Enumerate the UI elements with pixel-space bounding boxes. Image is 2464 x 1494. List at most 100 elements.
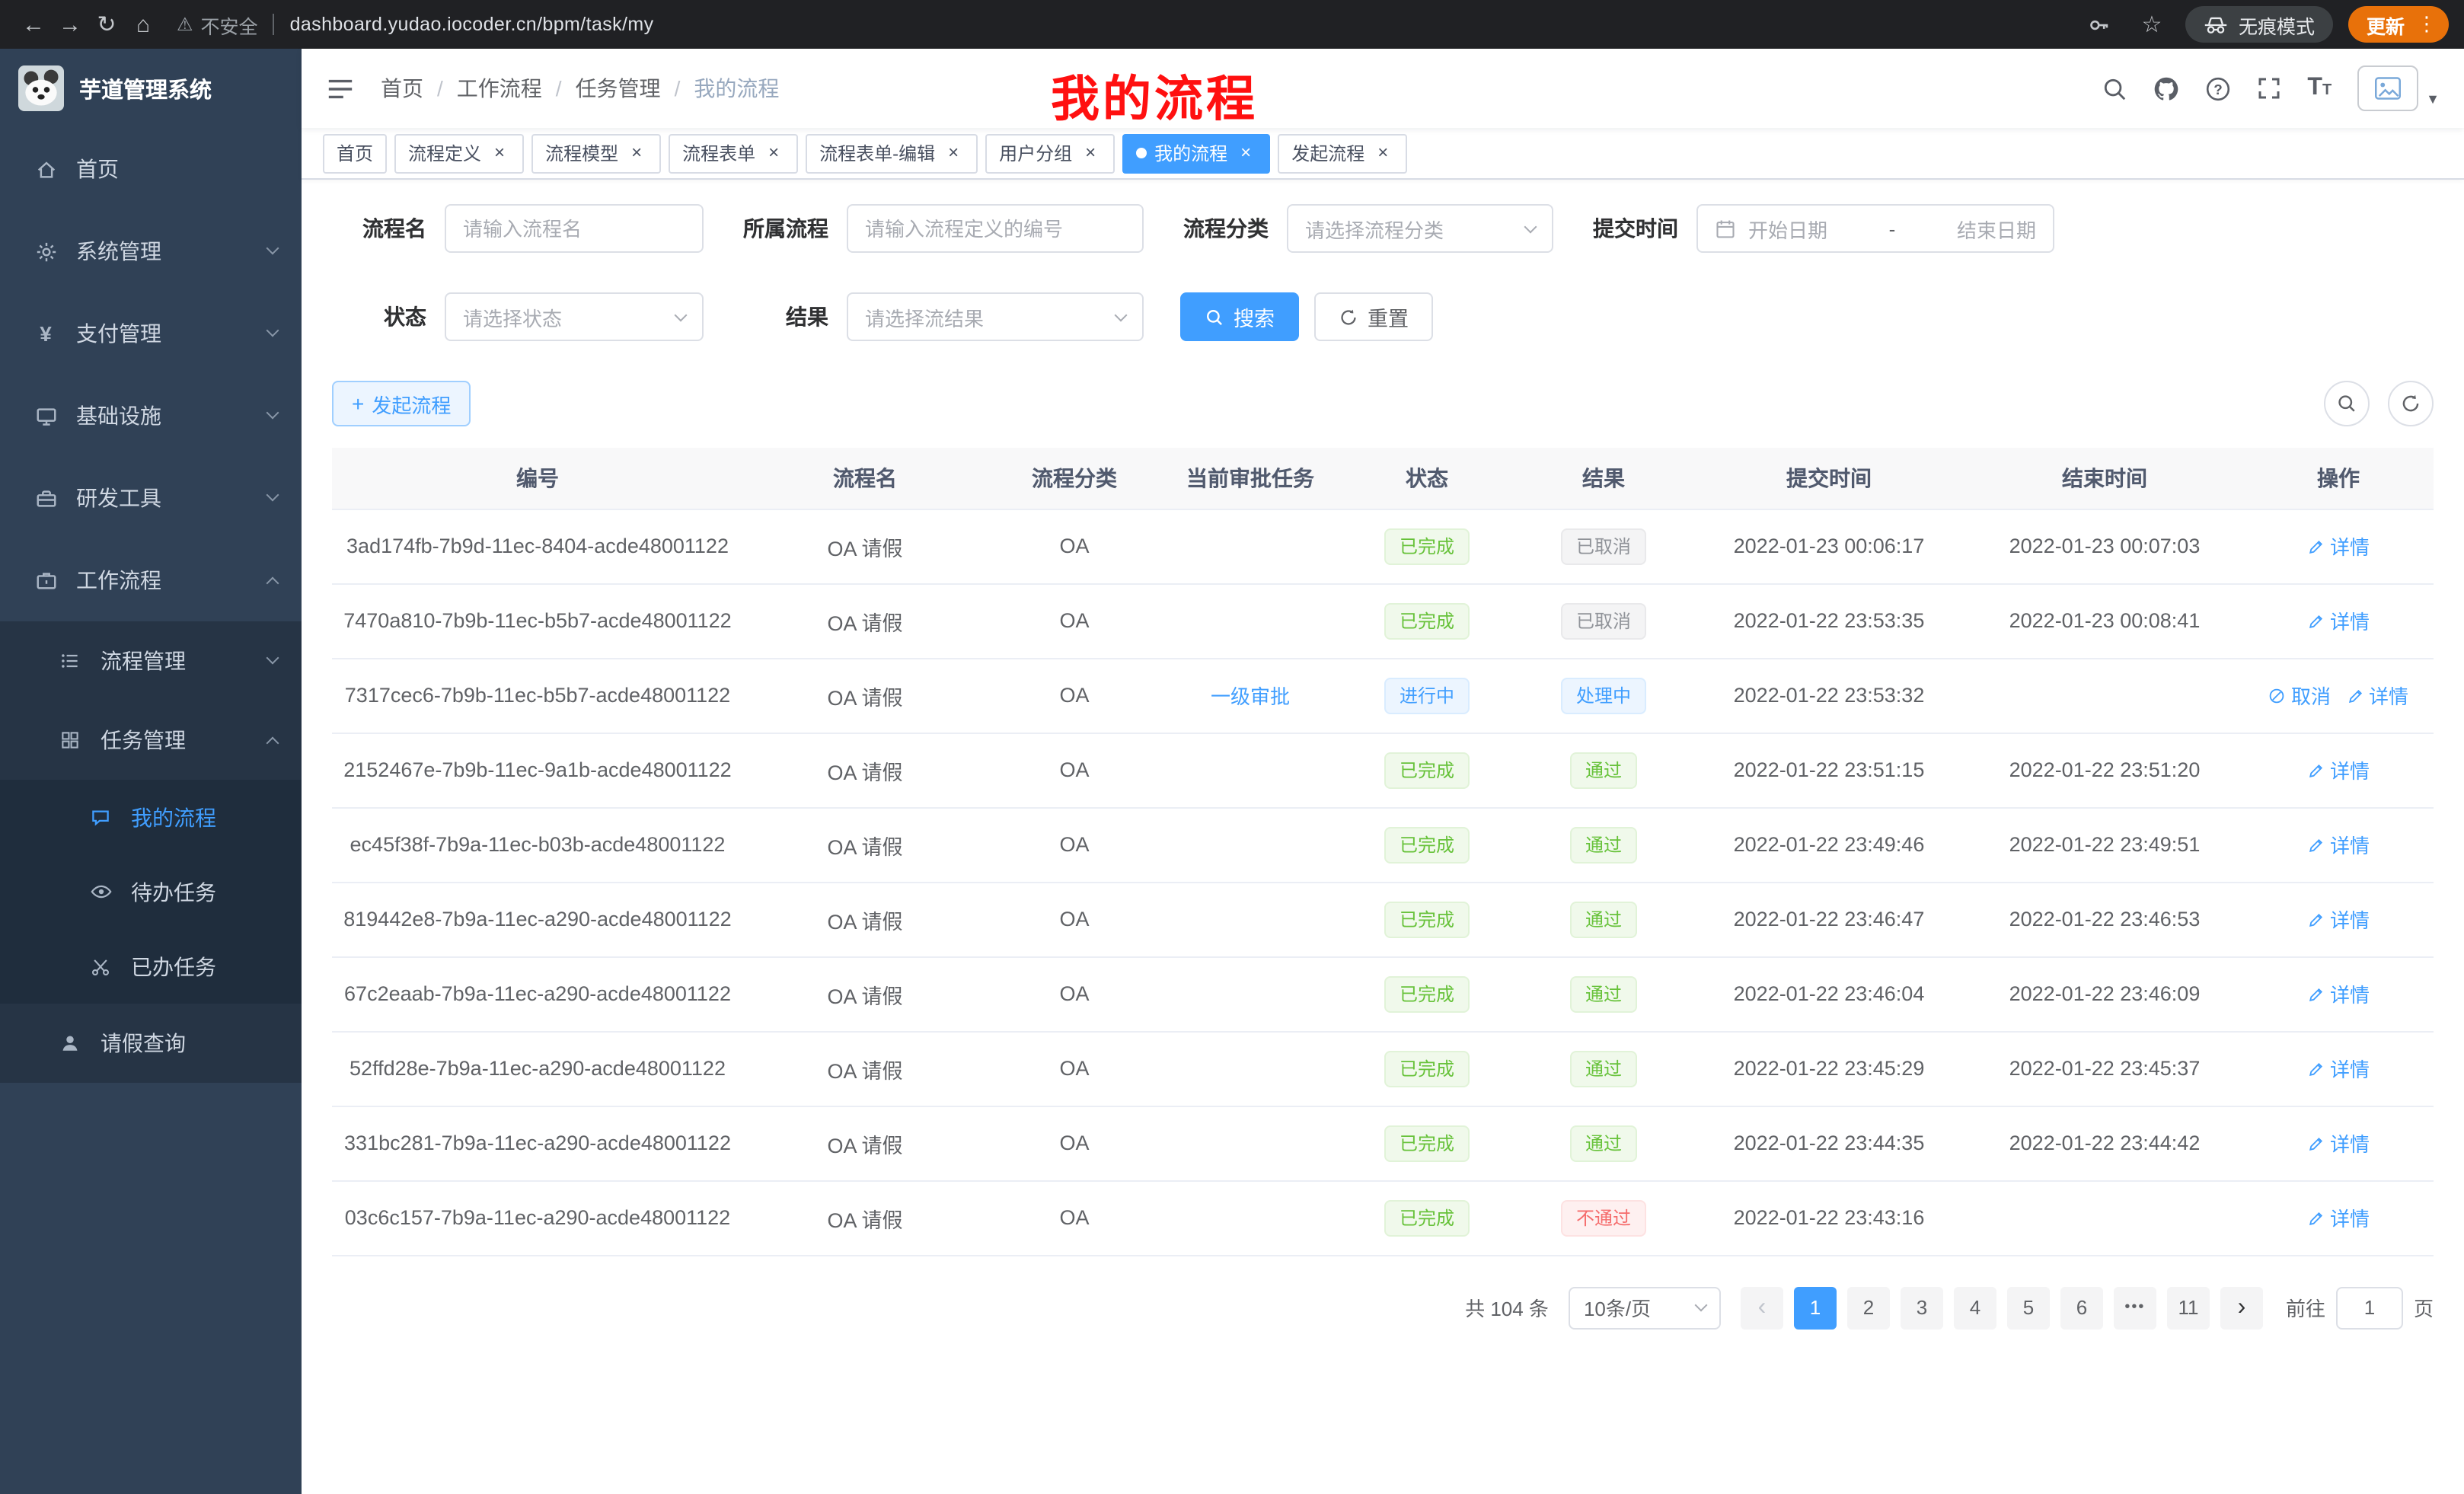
sidebar-item-system[interactable]: 系统管理 <box>0 210 302 292</box>
update-button[interactable]: 更新 ⋮ <box>2348 6 2449 43</box>
security-label[interactable]: 不安全 <box>201 10 258 39</box>
forward-icon[interactable]: → <box>52 6 88 43</box>
start-date-placeholder[interactable]: 开始日期 <box>1748 214 1827 243</box>
url-text[interactable]: dashboard.yudao.iocoder.cn/bpm/task/my <box>290 14 654 35</box>
goto-page-input[interactable] <box>2336 1286 2403 1329</box>
menu-dots-icon[interactable]: ⋮ <box>2412 12 2441 37</box>
result-select[interactable]: 请选择流结果 <box>847 292 1144 341</box>
action-cancel[interactable]: 取消 <box>2268 681 2331 710</box>
page-button-2[interactable]: 2 <box>1847 1286 1890 1329</box>
page-button-4[interactable]: 4 <box>1954 1286 1996 1329</box>
page-size-select[interactable]: 10条/页 <box>1569 1286 1721 1329</box>
breadcrumb-item[interactable]: 首页 <box>381 73 423 104</box>
action-detail[interactable]: 详情 <box>2307 979 2370 1008</box>
action-detail[interactable]: 详情 <box>2346 681 2408 710</box>
page-button-6[interactable]: 6 <box>2060 1286 2103 1329</box>
sidebar-item-home[interactable]: 首页 <box>0 128 302 210</box>
tab-user-group[interactable]: 用户分组× <box>985 133 1115 173</box>
create-process-button[interactable]: + 发起流程 <box>332 381 471 426</box>
reload-icon[interactable]: ↻ <box>88 6 125 43</box>
refresh-icon[interactable] <box>2388 381 2434 426</box>
avatar[interactable]: ▼ <box>2357 65 2440 111</box>
help-icon[interactable]: ? <box>2205 75 2231 101</box>
bookmark-star-icon[interactable]: ☆ <box>2134 6 2170 43</box>
action-detail[interactable]: 详情 <box>2307 1203 2370 1232</box>
tab-process-model[interactable]: 流程模型× <box>531 133 661 173</box>
browser-home-icon[interactable]: ⌂ <box>125 6 161 43</box>
tab-process-form-edit[interactable]: 流程表单-编辑× <box>806 133 978 173</box>
update-label: 更新 <box>2367 10 2405 39</box>
action-detail[interactable]: 详情 <box>2307 1128 2370 1157</box>
tab-process-definition[interactable]: 流程定义× <box>394 133 524 173</box>
close-icon[interactable]: × <box>943 142 964 164</box>
process-table: 编号流程名流程分类当前审批任务状态结果提交时间结束时间操作 3ad174fb-7… <box>332 448 2434 1256</box>
sidebar-item-workflow[interactable]: 工作流程 <box>0 539 302 621</box>
tab-start-process[interactable]: 发起流程× <box>1278 133 1407 173</box>
sidebar-item-done-task[interactable]: 已办任务 <box>0 929 302 1004</box>
breadcrumb-item[interactable]: 任务管理 <box>576 73 661 104</box>
process-definition-input[interactable] <box>847 204 1144 253</box>
tab-home[interactable]: 首页 <box>323 133 387 173</box>
github-icon[interactable] <box>2153 75 2179 101</box>
table-row: 2152467e-7b9b-11ec-9a1b-acde48001122OA 请… <box>332 733 2434 807</box>
user-icon <box>58 1031 82 1055</box>
sidebar-item-label: 支付管理 <box>76 318 161 349</box>
chevron-down-icon <box>267 489 279 502</box>
font-size-icon[interactable]: TT <box>2307 75 2332 102</box>
sidebar-item-todo-task[interactable]: 待办任务 <box>0 854 302 929</box>
action-detail[interactable]: 详情 <box>2307 1054 2370 1083</box>
page-button-11[interactable]: 11 <box>2167 1286 2210 1329</box>
cell-task <box>1162 509 1339 583</box>
search-button[interactable]: 搜索 <box>1180 292 1299 341</box>
sidebar-item-process-mgmt[interactable]: 流程管理 <box>0 621 302 701</box>
close-icon[interactable]: × <box>1372 142 1393 164</box>
toggle-search-icon[interactable] <box>2324 381 2370 426</box>
sidebar-item-payment[interactable]: ¥支付管理 <box>0 292 302 375</box>
end-date-placeholder[interactable]: 结束日期 <box>1957 214 2036 243</box>
reset-button[interactable]: 重置 <box>1314 292 1433 341</box>
back-icon[interactable]: ← <box>15 6 52 43</box>
tab-my-process[interactable]: 我的流程× <box>1122 133 1270 173</box>
close-icon[interactable]: × <box>626 142 647 164</box>
date-range-picker[interactable]: 开始日期 - 结束日期 <box>1696 204 2054 253</box>
tab-label: 流程表单 <box>682 140 755 166</box>
goto-suffix: 页 <box>2414 1293 2434 1322</box>
process-name-input[interactable] <box>445 204 704 253</box>
fullscreen-icon[interactable] <box>2257 76 2281 101</box>
current-task-link[interactable]: 一级审批 <box>1211 681 1290 710</box>
category-select[interactable]: 请选择流程分类 <box>1287 204 1553 253</box>
chevron-down-icon <box>267 242 279 255</box>
tab-process-form[interactable]: 流程表单 × <box>669 133 798 173</box>
action-detail[interactable]: 详情 <box>2307 905 2370 934</box>
close-icon[interactable]: × <box>1080 142 1101 164</box>
action-detail[interactable]: 详情 <box>2307 830 2370 859</box>
close-icon[interactable]: × <box>1235 142 1256 164</box>
close-icon[interactable]: × <box>489 142 510 164</box>
page-button-5[interactable]: 5 <box>2007 1286 2050 1329</box>
action-detail[interactable]: 详情 <box>2307 606 2370 635</box>
cell-submit-time: 2022-01-23 00:06:17 <box>1692 509 1966 583</box>
hamburger-icon[interactable] <box>326 73 356 104</box>
sidebar-item-my-process[interactable]: 我的流程 <box>0 780 302 854</box>
sidebar-item-leave-query[interactable]: 请假查询 <box>0 1004 302 1083</box>
action-detail[interactable]: 详情 <box>2307 532 2370 560</box>
pagination-total: 共 104 条 <box>1465 1293 1549 1322</box>
sidebar-nav: 首页系统管理¥支付管理基础设施研发工具工作流程流程管理任务管理我的流程待办任务已… <box>0 128 302 1494</box>
close-icon[interactable]: × <box>763 142 784 164</box>
more-pages-button[interactable]: ••• <box>2114 1286 2156 1329</box>
page-button-1[interactable]: 1 <box>1794 1286 1837 1329</box>
breadcrumb-item[interactable]: 工作流程 <box>457 73 542 104</box>
action-detail[interactable]: 详情 <box>2307 755 2370 784</box>
cell-name: OA 请假 <box>743 807 987 882</box>
logo[interactable]: 芋道管理系统 <box>0 49 302 128</box>
key-icon[interactable] <box>2082 6 2118 43</box>
prev-page-button[interactable]: ‹ <box>1741 1286 1783 1329</box>
address-bar[interactable]: ⚠ 不安全 dashboard.yudao.iocoder.cn/bpm/tas… <box>177 10 2067 39</box>
next-page-button[interactable]: › <box>2220 1286 2263 1329</box>
sidebar-item-task-mgmt[interactable]: 任务管理 <box>0 701 302 780</box>
search-icon[interactable] <box>2102 75 2127 101</box>
page-button-3[interactable]: 3 <box>1901 1286 1943 1329</box>
sidebar-item-infra[interactable]: 基础设施 <box>0 375 302 457</box>
status-select[interactable]: 请选择状态 <box>445 292 704 341</box>
sidebar-item-devtools[interactable]: 研发工具 <box>0 457 302 539</box>
